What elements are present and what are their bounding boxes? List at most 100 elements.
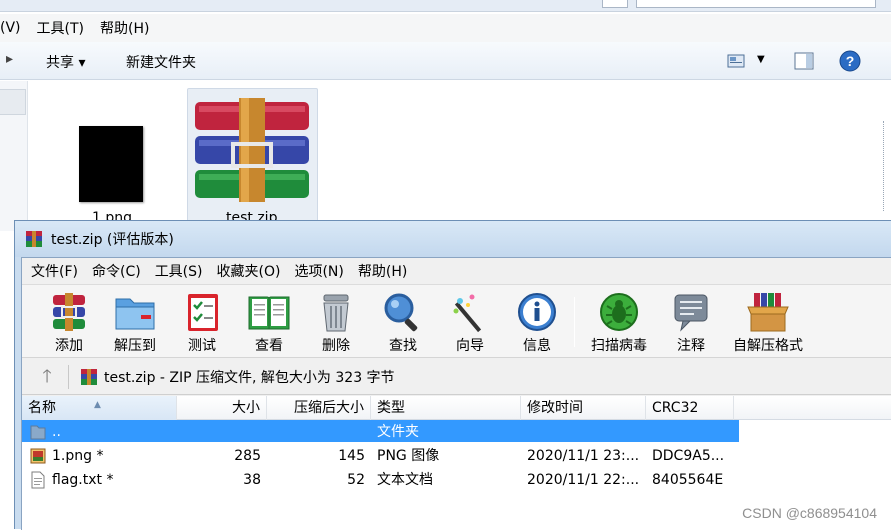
view-label: 查看 (255, 338, 283, 354)
add-button[interactable]: 添加 (36, 289, 102, 357)
row-name: .. (52, 424, 61, 440)
chevron-down-icon[interactable]: ▼ (757, 54, 765, 65)
menu-tools[interactable]: 工具(S) (155, 261, 203, 281)
row-type: 文件夹 (377, 424, 419, 440)
row-name-cell: 1.png * (22, 444, 177, 468)
column-crc32[interactable]: CRC32 (646, 396, 734, 420)
explorer-address-strip (0, 0, 891, 12)
row-modified (521, 420, 646, 444)
sfx-button[interactable]: 自解压格式 (728, 289, 808, 357)
row-modified: 2020/11/1 22:... (527, 472, 640, 488)
add-label: 添加 (55, 338, 83, 354)
chevron-left-icon[interactable]: ▸ (6, 51, 13, 67)
extract-to-label: 解压到 (114, 338, 156, 354)
watermark-text: CSDN @c868954104 (742, 505, 877, 521)
row-size (177, 420, 267, 444)
comment-label: 注释 (677, 338, 705, 354)
new-folder-button[interactable]: 新建文件夹 (126, 52, 196, 72)
sfx-box-icon (747, 293, 789, 332)
wizard-label: 向导 (456, 338, 484, 354)
row-size: 285 (234, 448, 261, 464)
archive-path-text: test.zip - ZIP 压缩文件, 解包大小为 323 字节 (104, 370, 395, 386)
comment-button[interactable]: 注释 (658, 289, 724, 357)
menu-tools[interactable]: 工具(T) (37, 18, 84, 38)
row-name: flag.txt * (52, 472, 114, 488)
menu-help[interactable]: 帮助(H) (100, 18, 149, 38)
nav-selected-item[interactable] (0, 89, 26, 115)
column-name-label: 名称 (28, 400, 56, 416)
row-name-cell: .. (22, 420, 177, 444)
text-document-icon (31, 471, 45, 489)
column-size[interactable]: 大小 (177, 396, 267, 420)
column-type[interactable]: 类型 (371, 396, 521, 420)
row-name-cell: flag.txt * (22, 468, 177, 492)
wizard-wand-icon (453, 294, 482, 333)
row-modified: 2020/11/1 23:... (527, 448, 640, 464)
virus-scan-label: 扫描病毒 (591, 338, 647, 354)
winrar-app-icon (26, 231, 42, 247)
share-button[interactable]: 共享 ▾ (46, 52, 85, 72)
winrar-archive-icon (195, 98, 309, 202)
extract-to-folder-icon (115, 298, 155, 330)
menu-favorites[interactable]: 收藏夹(O) (217, 261, 281, 281)
wizard-button[interactable]: 向导 (437, 289, 503, 357)
list-item-parent[interactable]: .. 文件夹 (22, 420, 891, 444)
path-display[interactable]: test.zip - ZIP 压缩文件, 解包大小为 323 字节 (80, 365, 891, 389)
png-image-icon (30, 448, 46, 464)
explorer-menubar: (V) 工具(T) 帮助(H) (0, 14, 891, 42)
find-label: 查找 (389, 338, 417, 354)
folder-up-icon (30, 425, 46, 440)
address-bar-edge[interactable] (602, 0, 628, 8)
list-item-txt[interactable]: flag.txt * 38 52 文本文档 2020/11/1 22:... 8… (22, 468, 891, 492)
delete-label: 删除 (322, 338, 350, 354)
test-checklist-icon (188, 294, 218, 331)
help-icon[interactable]: ? (839, 50, 861, 72)
row-size: 38 (243, 472, 261, 488)
row-packed: 145 (338, 448, 365, 464)
delete-button[interactable]: 删除 (303, 289, 369, 357)
up-arrow-icon[interactable]: 🡑 (32, 365, 62, 389)
test-button[interactable]: 测试 (169, 289, 235, 357)
window-title: test.zip (评估版本) (51, 232, 174, 248)
archive-small-icon (81, 369, 97, 385)
menu-options[interactable]: 选项(N) (294, 261, 343, 281)
row-name: 1.png * (52, 448, 104, 464)
info-icon (518, 293, 556, 331)
list-item-png[interactable]: 1.png * 285 145 PNG 图像 2020/11/1 23:... … (22, 444, 891, 468)
change-view-icon[interactable] (727, 54, 745, 68)
row-type: 文本文档 (377, 472, 433, 488)
winrar-window: test.zip (评估版本) 文件(F) 命令(C) 工具(S) 收藏夹(O)… (14, 220, 891, 531)
row-packed: 52 (347, 472, 365, 488)
menu-help[interactable]: 帮助(H) (358, 261, 407, 281)
row-crc (646, 420, 734, 444)
column-packed[interactable]: 压缩后大小 (267, 396, 371, 420)
menu-file[interactable]: 文件(F) (31, 261, 78, 281)
menu-commands[interactable]: 命令(C) (92, 261, 141, 281)
png-thumbnail[interactable] (79, 126, 143, 202)
info-button[interactable]: 信息 (504, 289, 570, 357)
winrar-menubar: 文件(F) 命令(C) 工具(S) 收藏夹(O) 选项(N) 帮助(H) (22, 258, 891, 284)
extract-to-button[interactable]: 解压到 (102, 289, 168, 357)
row-crc: 8405564E (652, 472, 724, 488)
column-modified[interactable]: 修改时间 (521, 396, 646, 420)
find-button[interactable]: 查找 (370, 289, 436, 357)
info-label: 信息 (523, 338, 551, 354)
menu-view[interactable]: (V) (0, 20, 21, 36)
winrar-titlebar[interactable]: test.zip (评估版本) (15, 221, 891, 257)
test-label: 测试 (188, 338, 216, 354)
path-separator (68, 365, 69, 389)
row-type: PNG 图像 (377, 448, 440, 464)
virus-scan-bug-icon (600, 293, 638, 331)
view-book-icon (248, 296, 290, 330)
add-archive-icon (53, 293, 85, 331)
navigation-pane (0, 81, 28, 231)
column-name[interactable]: 名称 ▲ (22, 396, 177, 420)
preview-pane-icon[interactable] (794, 52, 814, 70)
row-crc: DDC9A5... (652, 448, 725, 464)
toolbar-separator (574, 297, 575, 347)
search-box-edge[interactable] (636, 0, 876, 8)
find-magnifier-icon (384, 293, 418, 332)
winrar-toolbar: 添加 解压到 测试 查看 删除 查找 向导 信息 扫描病毒 注释 自解压格式 (22, 284, 891, 358)
view-button[interactable]: 查看 (236, 289, 302, 357)
virus-scan-button[interactable]: 扫描病毒 (583, 289, 655, 357)
